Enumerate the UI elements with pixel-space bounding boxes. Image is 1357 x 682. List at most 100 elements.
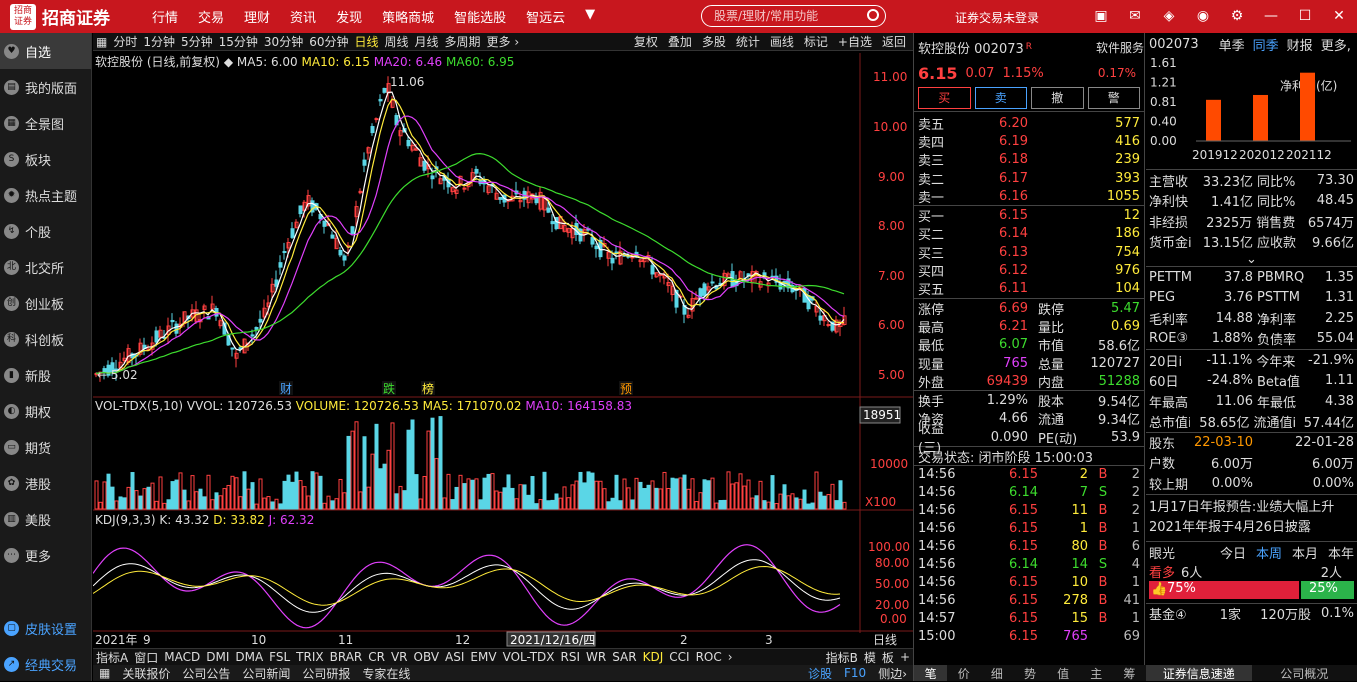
sidebar-item-ipo[interactable]: ▮新股: [0, 357, 91, 393]
classic-trade-link[interactable]: ↗经典交易: [0, 655, 92, 674]
side-panel-button[interactable]: 侧边›: [878, 665, 907, 682]
news-company-news[interactable]: 公司新闻: [242, 665, 290, 682]
flag-icon[interactable]: ▣: [1090, 6, 1112, 26]
sidebar-item-more[interactable]: ⋯更多: [0, 537, 91, 573]
nav-smart-pick[interactable]: 智能选股: [454, 7, 506, 26]
login-status[interactable]: 证券交易未登录: [955, 9, 1039, 26]
f10-button[interactable]: F10: [844, 666, 866, 680]
indicator-tab-16[interactable]: SAR: [612, 650, 636, 664]
indicator-tab-0[interactable]: 指标A: [96, 649, 128, 666]
indicator-right-2[interactable]: 板: [882, 649, 894, 666]
nav-strategy[interactable]: 策略商城: [382, 7, 434, 26]
alert-button[interactable]: 警: [1088, 87, 1141, 109]
box-icon[interactable]: ◈: [1158, 6, 1180, 26]
minimize-icon[interactable]: —: [1260, 6, 1282, 26]
indicator-tab-20[interactable]: ›: [728, 650, 733, 664]
indicator-tab-5[interactable]: FSL: [269, 650, 290, 664]
nav-market[interactable]: 行情: [152, 7, 178, 26]
indicator-tab-12[interactable]: EMV: [470, 650, 496, 664]
indicator-tab-6[interactable]: TRIX: [296, 650, 323, 664]
eye-tab-week[interactable]: 本周: [1256, 543, 1282, 562]
sidebar-item-hot-topics[interactable]: ✹热点主题: [0, 177, 91, 213]
tab-same-quarter[interactable]: 同季: [1253, 35, 1279, 54]
sidebar-item-us[interactable]: ▥美股: [0, 501, 91, 537]
bear-bar[interactable]: 25%: [1301, 581, 1354, 599]
skin-icon[interactable]: ◉: [1192, 6, 1214, 26]
news-research[interactable]: 公司研报: [302, 665, 350, 682]
indicator-tab-8[interactable]: CR: [368, 650, 385, 664]
sidebar-item-my-layout[interactable]: ▤我的版面: [0, 69, 91, 105]
sidebar-item-stock[interactable]: ↯个股: [0, 213, 91, 249]
eye-tab-today[interactable]: 今日: [1220, 543, 1246, 562]
buy-button[interactable]: 买: [918, 87, 971, 109]
tab-single-quarter[interactable]: 单季: [1219, 35, 1245, 54]
sidebar-item-star[interactable]: 科科创板: [0, 321, 91, 357]
nav-finance[interactable]: 理财: [244, 7, 270, 26]
mail-icon[interactable]: ✉: [1124, 6, 1146, 26]
indicator-right-0[interactable]: 指标B: [826, 649, 858, 666]
indicator-tab-14[interactable]: RSI: [561, 650, 581, 664]
indicator-tab-13[interactable]: VOL-TDX: [503, 650, 555, 664]
skin-settings-link[interactable]: ▢皮肤设置: [0, 619, 92, 638]
quote-tab-1[interactable]: 价: [947, 665, 980, 681]
nav-discover[interactable]: 发现: [336, 7, 362, 26]
tab-info-express[interactable]: 证券信息速递: [1146, 665, 1252, 681]
indicator-tab-7[interactable]: BRAR: [330, 650, 363, 664]
news-expert[interactable]: 专家在线: [362, 665, 410, 682]
indicator-tab-19[interactable]: ROC: [696, 650, 722, 664]
indicator-tab-2[interactable]: MACD: [164, 650, 200, 664]
tick-volume: 10: [1038, 575, 1088, 590]
indicator-tab-17[interactable]: KDJ: [643, 650, 664, 664]
sidebar-item-futures[interactable]: ▭期货: [0, 429, 91, 465]
quote-tab-6[interactable]: 筹: [1113, 665, 1146, 681]
search-input[interactable]: 股票/理财/常用功能: [701, 5, 886, 27]
quote-tab-0[interactable]: 笔: [914, 665, 947, 681]
indicator-tab-9[interactable]: VR: [391, 650, 408, 664]
indicator-tab-18[interactable]: CCI: [669, 650, 689, 664]
quote-tab-4[interactable]: 值: [1047, 665, 1080, 681]
quote-tab-3[interactable]: 势: [1013, 665, 1046, 681]
nav-trade[interactable]: 交易: [198, 7, 224, 26]
tab-report[interactable]: 财报: [1287, 35, 1313, 54]
sell-button[interactable]: 卖: [975, 87, 1028, 109]
gear-icon[interactable]: ⚙: [1226, 6, 1248, 26]
sidebar-item-panorama[interactable]: ▦全景图: [0, 105, 91, 141]
indicator-tab-10[interactable]: OBV: [414, 650, 440, 664]
eye-tab-month[interactable]: 本月: [1292, 543, 1318, 562]
indicator-tab-15[interactable]: WR: [586, 650, 606, 664]
sidebar-item-chinext[interactable]: 创创业板: [0, 285, 91, 321]
tab-more[interactable]: 更多,: [1321, 35, 1351, 54]
sidebar-item-sector[interactable]: S板块: [0, 141, 91, 177]
nav-zhiyuan-cloud[interactable]: 智远云: [526, 7, 565, 26]
sidebar-item-hk[interactable]: ✿港股: [0, 465, 91, 501]
kline-chart[interactable]: 11.06 ← 5.02 11.00 10.00 9.00 8.00 7.00 …: [93, 33, 913, 648]
news-announcements[interactable]: 公司公告: [182, 665, 230, 682]
sidebar-item-bse[interactable]: 北北交所: [0, 249, 91, 285]
sidebar-item-options[interactable]: ◐期权: [0, 393, 91, 429]
quote-tab-5[interactable]: 主: [1080, 665, 1113, 681]
eye-tab-year[interactable]: 本年: [1328, 543, 1354, 562]
sector-name[interactable]: 软件服务: [1096, 39, 1144, 56]
tick-list[interactable]: 14:566.152B214:566.147S214:566.1511B214:…: [914, 465, 1144, 646]
sidebar-item-watchlist[interactable]: ♥自选: [0, 33, 91, 69]
indicator-tab-1[interactable]: 窗口: [134, 649, 158, 666]
nav-dropdown-icon[interactable]: ▼: [585, 7, 595, 26]
nav-news[interactable]: 资讯: [290, 7, 316, 26]
indicator-right-3[interactable]: +: [900, 650, 910, 664]
close-icon[interactable]: ✕: [1328, 6, 1350, 26]
cancel-order-button[interactable]: 撤: [1031, 87, 1084, 109]
maximize-icon[interactable]: ☐: [1294, 6, 1316, 26]
quote-tab-2[interactable]: 细: [980, 665, 1013, 681]
news-related-quotes[interactable]: 关联报价: [122, 665, 170, 682]
indicator-tab-11[interactable]: ASI: [445, 650, 464, 664]
expand-icon[interactable]: ⌄: [1146, 252, 1357, 266]
indicator-tab-3[interactable]: DMI: [206, 650, 229, 664]
notice-box[interactable]: 1月17日年报预告:业绩大幅上升 2021年年报于4月26日披露: [1146, 494, 1357, 541]
search-icon[interactable]: [867, 9, 879, 21]
indicator-right-1[interactable]: 模: [864, 649, 876, 666]
news-menu-icon[interactable]: ▦: [99, 666, 110, 680]
bull-bar[interactable]: 👍 75%: [1149, 581, 1299, 599]
tab-company-profile[interactable]: 公司概况: [1252, 665, 1357, 681]
indicator-tab-4[interactable]: DMA: [235, 650, 263, 664]
diagnose-button[interactable]: 诊股: [808, 665, 832, 682]
